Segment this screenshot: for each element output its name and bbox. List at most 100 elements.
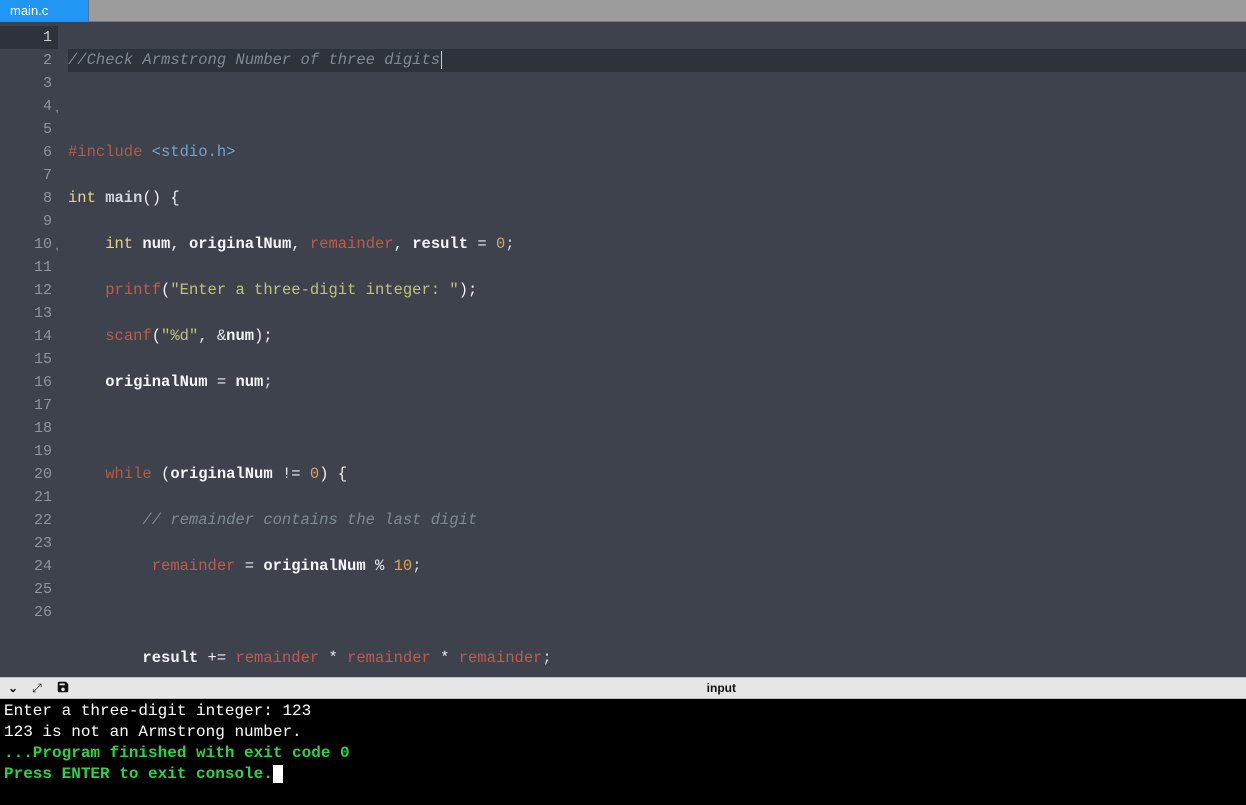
code-token: 0 [310, 465, 319, 483]
code-token: ; [505, 235, 514, 253]
code-token: result [142, 649, 198, 667]
code-token: * [431, 649, 459, 667]
code-token: = [235, 557, 263, 575]
line-number: 5 [0, 118, 58, 141]
code-token: originalNum [189, 235, 291, 253]
console-line: Enter a three-digit integer: 123 [4, 701, 1242, 722]
code-token: num [235, 373, 263, 391]
code-token: = [208, 373, 236, 391]
code-token: num [226, 327, 254, 345]
code-editor[interactable]: 1 2 3 4▾ 5 6 7 8 9 10▾ 11 12 13 14 15 16… [0, 22, 1246, 677]
code-token [68, 557, 152, 575]
code-token: ; [263, 373, 272, 391]
code-token: , [394, 235, 413, 253]
code-token: <stdio.h> [142, 143, 235, 161]
line-number: 14 [0, 325, 58, 348]
line-number: 21 [0, 486, 58, 509]
code-token [68, 281, 105, 299]
code-token: scanf [105, 327, 152, 345]
code-token: remainder [347, 649, 431, 667]
code-token: result [412, 235, 468, 253]
line-number-gutter: 1 2 3 4▾ 5 6 7 8 9 10▾ 11 12 13 14 15 16… [0, 22, 58, 677]
save-icon[interactable] [56, 680, 70, 697]
code-token: , [291, 235, 310, 253]
code-token: originalNum [105, 373, 207, 391]
code-token: 10 [394, 557, 413, 575]
code-token: ) { [319, 465, 347, 483]
console-line: ...Program finished with exit code 0 [4, 743, 1242, 764]
line-number: 22 [0, 509, 58, 532]
line-number: 24 [0, 555, 58, 578]
line-number: 3 [0, 72, 58, 95]
collapse-icon[interactable]: ⌄ [8, 681, 18, 695]
expand-icon[interactable]: ⤢ [32, 681, 42, 696]
code-token: % [366, 557, 394, 575]
code-content[interactable]: //Check Armstrong Number of three digits… [58, 22, 1246, 677]
line-number: 4▾ [0, 95, 58, 118]
line-number: 17 [0, 394, 58, 417]
text-cursor [441, 51, 442, 69]
code-token: != [273, 465, 310, 483]
code-token: originalNum [170, 465, 272, 483]
code-token: #include [68, 143, 142, 161]
console-toolbar: ⌄ ⤢ input [0, 677, 1246, 699]
line-number: 25 [0, 578, 58, 601]
code-token: = [468, 235, 496, 253]
line-number: 11 [0, 256, 58, 279]
code-token: ( [161, 281, 170, 299]
code-token: ( [152, 327, 161, 345]
tab-main-c[interactable]: main.c [0, 0, 89, 22]
line-number: 15 [0, 348, 58, 371]
code-token: originalNum [263, 557, 365, 575]
line-number: 1 [0, 26, 58, 49]
line-number: 13 [0, 302, 58, 325]
code-token: remainder [310, 235, 394, 253]
line-number: 12 [0, 279, 58, 302]
line-number: 6 [0, 141, 58, 164]
code-token: * [319, 649, 347, 667]
code-token: 0 [496, 235, 505, 253]
code-token: ); [254, 327, 273, 345]
line-number: 19 [0, 440, 58, 463]
code-token: "%d" [161, 327, 198, 345]
line-number: 2 [0, 49, 58, 72]
line-number: 26 [0, 601, 58, 624]
code-token [68, 649, 142, 667]
code-token [68, 373, 105, 391]
code-token: remainder [152, 557, 236, 575]
code-token: remainder [459, 649, 543, 667]
code-token: remainder [235, 649, 319, 667]
code-token: printf [105, 281, 161, 299]
code-token: , [170, 235, 189, 253]
line-number: 20 [0, 463, 58, 486]
console-line: 123 is not an Armstrong number. [4, 722, 1242, 743]
code-token: //Check Armstrong Number of three digits [68, 51, 440, 69]
line-number: 23 [0, 532, 58, 555]
tab-bar: main.c [0, 0, 1246, 22]
console-output[interactable]: Enter a three-digit integer: 123 123 is … [0, 699, 1246, 805]
code-token: ; [412, 557, 421, 575]
code-token: num [133, 235, 170, 253]
code-token: += [198, 649, 235, 667]
code-token: ); [459, 281, 478, 299]
code-token [68, 327, 105, 345]
code-token: int [68, 235, 133, 253]
code-token [68, 465, 105, 483]
code-token: "Enter a three-digit integer: " [170, 281, 458, 299]
line-number: 18 [0, 417, 58, 440]
line-number: 10▾ [0, 233, 58, 256]
code-token: , & [198, 327, 226, 345]
code-token: ; [542, 649, 551, 667]
console-line: Press ENTER to exit console. [4, 764, 1242, 785]
code-token: main [96, 189, 143, 207]
line-number: 8 [0, 187, 58, 210]
code-token: while [105, 465, 152, 483]
line-number: 9 [0, 210, 58, 233]
code-token: () { [142, 189, 179, 207]
code-token: ( [152, 465, 171, 483]
code-token: // remainder contains the last digit [68, 511, 477, 529]
line-number: 7 [0, 164, 58, 187]
console-input-label: input [707, 681, 776, 695]
console-cursor [273, 765, 283, 783]
code-token: int [68, 189, 96, 207]
